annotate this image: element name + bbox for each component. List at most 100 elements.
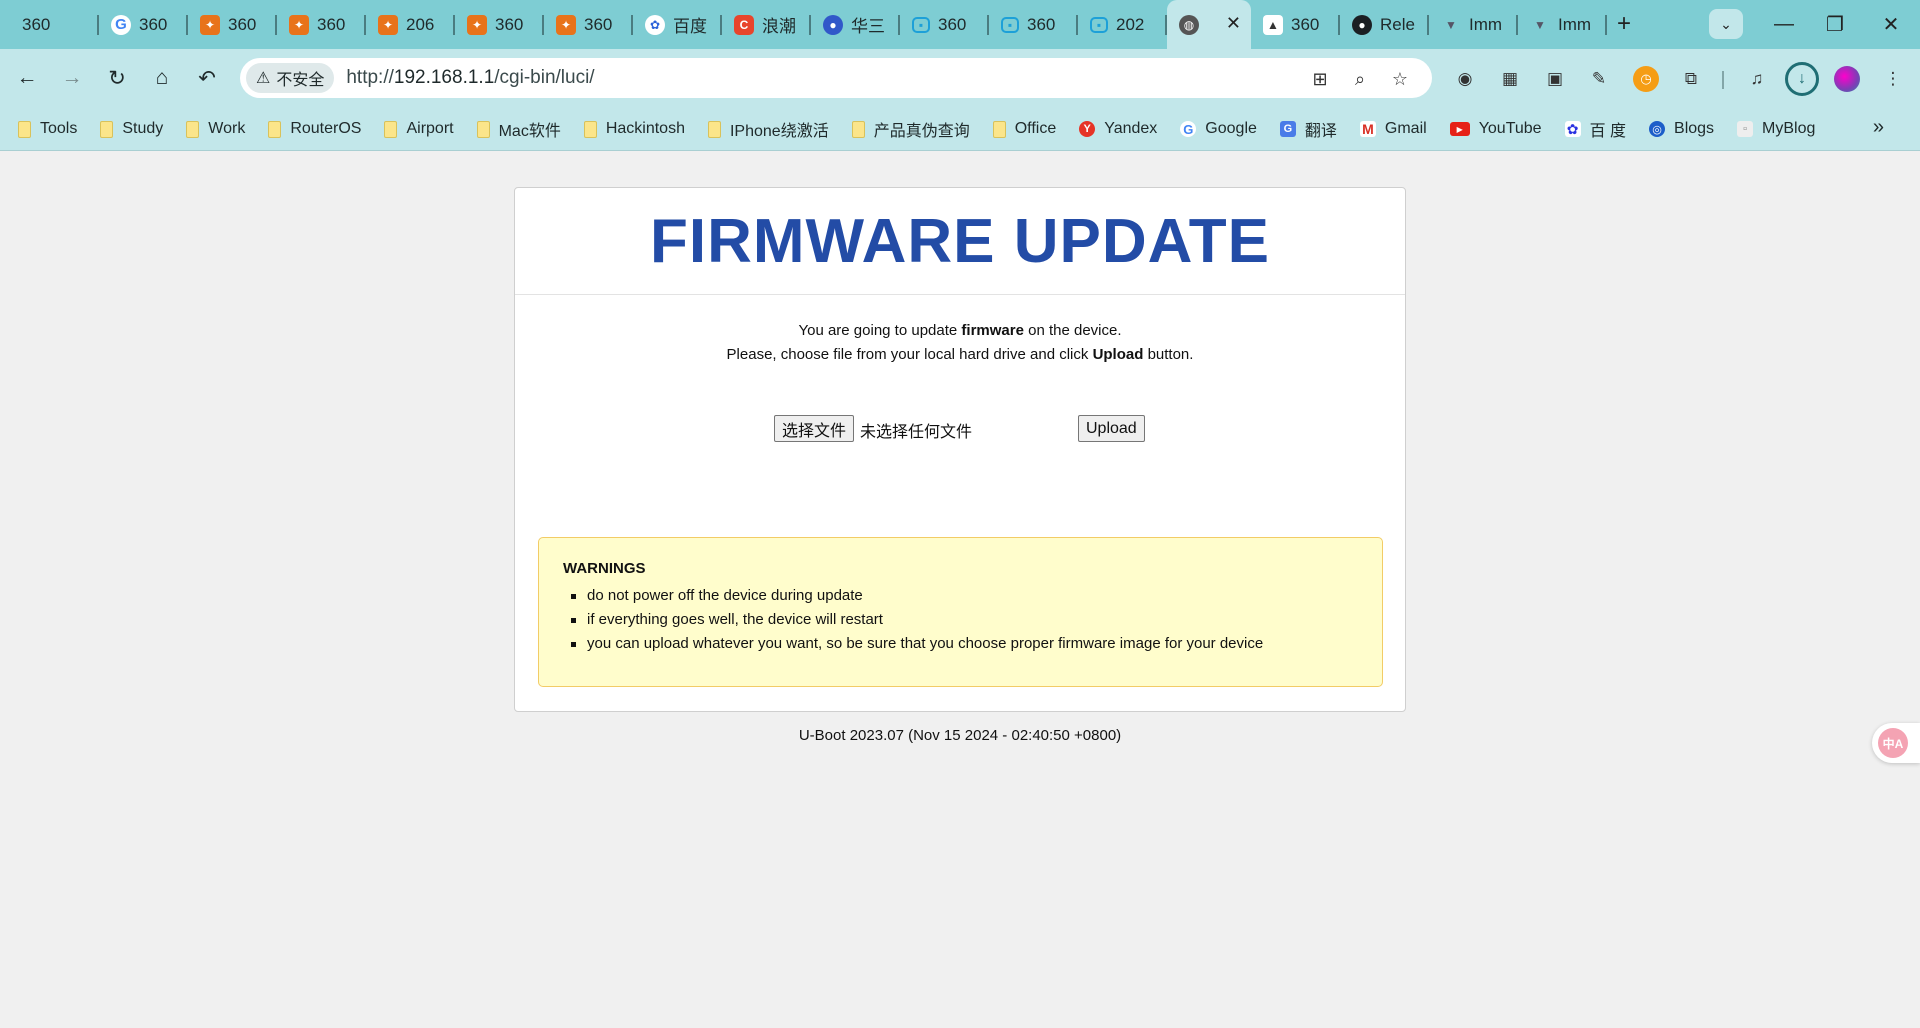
browser-tab[interactable]: ● Rele xyxy=(1340,0,1429,49)
bookmark-label: Google xyxy=(1205,120,1257,137)
url-text[interactable]: http://192.168.1.1/cgi-bin/luci/ xyxy=(346,67,594,89)
bookmark-label: IPhone绕激活 xyxy=(729,123,829,140)
tab-title: 360 xyxy=(495,14,524,34)
browser-tab[interactable]: ▲ 360 xyxy=(1251,0,1340,49)
bookmark-favicon-icon: ▶ xyxy=(1449,122,1470,136)
browser-tab[interactable]: ✦ 360 xyxy=(188,0,277,49)
bookmark-item[interactable]: Mac软件 xyxy=(476,114,572,144)
tab-search-button[interactable]: ⌄ xyxy=(1709,9,1743,39)
tab-title: 202 xyxy=(1116,14,1145,34)
tab-title: 360 xyxy=(1027,14,1056,34)
bookmark-item[interactable]: Airport xyxy=(384,114,464,144)
tab-favicon-icon: ✦ xyxy=(467,14,487,35)
tab-title: Imm xyxy=(1469,14,1503,34)
browser-tab[interactable]: ▪ 360 xyxy=(989,0,1078,49)
bookmark-item[interactable]: G 翻译 xyxy=(1279,114,1348,144)
bookmark-item[interactable]: Hackintosh xyxy=(583,114,696,144)
bookmark-item[interactable]: IPhone绕激活 xyxy=(707,114,840,144)
bookmark-item[interactable]: ▫ MyBlog xyxy=(1737,114,1826,144)
close-window-button[interactable]: ✕ xyxy=(1862,0,1920,49)
url-path: /cgi-bin/luci/ xyxy=(494,67,595,88)
upload-button[interactable]: Upload xyxy=(1078,415,1145,442)
browser-tab[interactable]: C 浪潮 xyxy=(722,0,811,49)
bookmark-label: 产品真伪查询 xyxy=(873,123,970,140)
tab-title: 360 xyxy=(139,14,168,34)
bookmark-item[interactable]: Work xyxy=(186,114,256,144)
bookmark-favicon-icon: G xyxy=(1180,121,1197,137)
browser-tab[interactable]: ● 华三 xyxy=(811,0,900,49)
browser-tab[interactable]: ✦ 360 xyxy=(455,0,544,49)
extension-chart-icon[interactable]: ✎ xyxy=(1586,66,1612,92)
bookmark-list: Tools Study Work RouterOS Airport Mac软件 Hackin… xyxy=(18,114,1838,144)
arrow-left-icon: ← xyxy=(16,66,38,89)
translate-icon[interactable]: ⊞ xyxy=(1308,67,1332,91)
home-button[interactable]: ⌂ xyxy=(145,61,179,95)
tab-title: Imm xyxy=(1558,14,1592,34)
new-tab-button[interactable]: + xyxy=(1604,4,1644,44)
bookmark-item[interactable]: M Gmail xyxy=(1359,114,1438,144)
bookmark-star-icon[interactable]: ☆ xyxy=(1388,67,1412,91)
browser-tab[interactable]: ▼ Imm xyxy=(1518,0,1607,49)
bookmark-item[interactable]: ▶ YouTube xyxy=(1449,114,1553,144)
upload-form: 选择文件 未选择任何文件 Upload xyxy=(515,415,1405,445)
minimize-button[interactable]: — xyxy=(1755,0,1813,49)
bookmark-favicon-icon: ✿ xyxy=(1564,121,1581,137)
url-prefix: http:// xyxy=(346,67,394,88)
bookmark-item[interactable]: G Google xyxy=(1180,114,1268,144)
undo-button[interactable]: ↶ xyxy=(190,61,224,95)
more-bookmarks-icon[interactable]: » xyxy=(1873,116,1884,139)
browser-tab[interactable]: ▪ 202 xyxy=(1078,0,1167,49)
tab-title: Rele xyxy=(1380,14,1415,34)
bookmark-item[interactable]: Y Yandex xyxy=(1079,114,1168,144)
choose-file-button[interactable]: 选择文件 xyxy=(774,415,855,442)
folder-icon xyxy=(186,120,200,138)
back-button[interactable]: ← xyxy=(10,61,44,95)
tab-title: 百度 xyxy=(673,17,707,36)
browser-tab[interactable]: 360 xyxy=(10,0,99,49)
timer-extension-icon[interactable]: ◷ xyxy=(1633,66,1659,92)
bookmark-item[interactable]: 产品真伪查询 xyxy=(851,114,981,144)
profile-avatar[interactable] xyxy=(1834,66,1860,92)
bookmark-item[interactable]: ✿ 百 度 xyxy=(1564,114,1637,144)
restore-button[interactable]: ❐ xyxy=(1806,0,1864,49)
url-host: 192.168.1.1 xyxy=(393,67,495,88)
qr-code-icon[interactable]: ▦ xyxy=(1497,66,1523,92)
tab-favicon-icon: ✦ xyxy=(556,14,576,35)
bookmark-favicon-icon: Y xyxy=(1079,121,1096,137)
browser-tab[interactable]: ✦ 206 xyxy=(366,0,455,49)
browser-tab[interactable]: ▪ 360 xyxy=(900,0,989,49)
bookmark-item[interactable]: Office xyxy=(992,114,1068,144)
folder-icon xyxy=(268,120,282,138)
bookmark-item[interactable]: Tools xyxy=(18,114,88,144)
bookmark-item[interactable]: RouterOS xyxy=(268,114,372,144)
qr-scan-icon[interactable]: ▣ xyxy=(1542,66,1568,92)
bookmark-label: Gmail xyxy=(1384,120,1427,137)
reload-button[interactable]: ↻ xyxy=(100,61,134,95)
media-control-icon[interactable]: ♫ xyxy=(1744,66,1770,92)
zoom-icon[interactable]: ⌕ xyxy=(1348,67,1372,91)
address-bar[interactable]: ⚠ 不安全 http://192.168.1.1/cgi-bin/luci/ ⊞… xyxy=(240,58,1432,98)
intro-line-2-start: Please, choose file from your local hard… xyxy=(726,346,1093,363)
floating-translate-widget[interactable]: 中A xyxy=(1872,723,1920,763)
download-icon[interactable]: ↓ xyxy=(1785,62,1819,96)
browser-tab[interactable]: ✦ 360 xyxy=(544,0,633,49)
security-indicator[interactable]: ⚠ 不安全 xyxy=(246,63,335,93)
browser-tab[interactable]: ✦ 360 xyxy=(277,0,366,49)
tab-title: 360 xyxy=(1291,14,1320,34)
extensions-puzzle-icon[interactable]: ⧉ xyxy=(1678,66,1704,92)
bookmark-item[interactable]: Study xyxy=(100,114,174,144)
tab-active[interactable]: ◍ ✕ xyxy=(1167,0,1251,49)
tab-close-icon[interactable]: ✕ xyxy=(1226,13,1241,34)
tab-favicon-icon: ● xyxy=(823,14,843,35)
forward-button[interactable]: → xyxy=(55,61,89,95)
security-label: 不安全 xyxy=(276,72,325,89)
browser-tab[interactable]: ▼ Imm xyxy=(1429,0,1518,49)
folder-icon xyxy=(100,120,114,138)
camera-icon[interactable]: ◉ xyxy=(1452,66,1478,92)
browser-tab[interactable]: ✿ 百度 xyxy=(633,0,722,49)
intro-line-1-end: on the device. xyxy=(1023,322,1122,339)
folder-icon xyxy=(384,120,398,138)
browser-tab[interactable]: G 360 xyxy=(99,0,188,49)
menu-kebab-icon[interactable]: ⋮ xyxy=(1880,66,1906,92)
bookmark-item[interactable]: ◎ Blogs xyxy=(1649,114,1725,144)
